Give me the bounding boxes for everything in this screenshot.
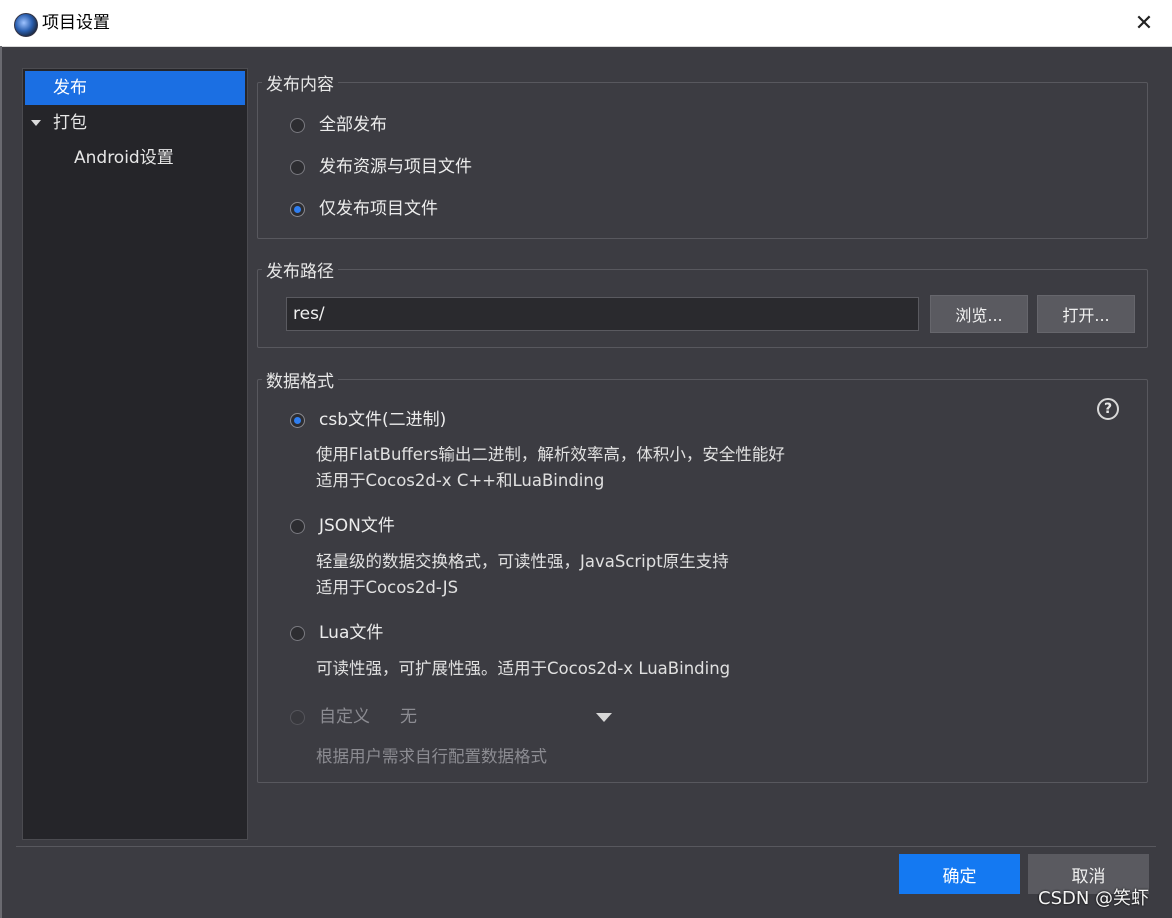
ok-button[interactable]: 确定 [899, 854, 1020, 894]
publish-content-title: 发布内容 [262, 70, 338, 95]
format-json-desc: 轻量级的数据交换格式，可读性强，JavaScript原生支持 [316, 552, 729, 571]
radio-publish-resources-and-project[interactable] [290, 160, 305, 175]
sidebar-item-package[interactable]: 打包 [25, 106, 245, 140]
sidebar-item-label: 发布 [53, 78, 87, 98]
radio-format-json[interactable] [290, 519, 305, 534]
footer-divider [16, 846, 1156, 847]
browse-button[interactable]: 浏览... [930, 295, 1028, 333]
format-lua-desc: 可读性强，可扩展性强。适用于Cocos2d-x LuaBinding [316, 659, 731, 678]
data-format-title: 数据格式 [262, 367, 338, 392]
publish-path-input[interactable]: res/ [286, 297, 919, 331]
format-csb-usage: 适用于Cocos2d-x C++和LuaBinding [316, 471, 605, 490]
radio-format-lua[interactable] [290, 626, 305, 641]
chevron-down-icon [596, 713, 612, 722]
sidebar-item-publish[interactable]: 发布 [25, 71, 245, 105]
watermark: CSDN @笑虾 [1038, 888, 1150, 909]
radio-format-csb[interactable] [290, 413, 305, 428]
format-custom-desc: 根据用户需求自行配置数据格式 [316, 747, 547, 766]
radio-format-csb-label[interactable]: csb文件(二进制) [319, 409, 446, 431]
radio-publish-resources-label[interactable]: 发布资源与项目文件 [319, 156, 472, 178]
radio-format-lua-label[interactable]: Lua文件 [319, 622, 383, 644]
title-bar: 项目设置 ✕ [0, 0, 1172, 47]
open-button[interactable]: 打开... [1037, 295, 1135, 333]
window-title: 项目设置 [42, 13, 110, 33]
window-frame [0, 46, 2, 918]
radio-format-json-label[interactable]: JSON文件 [319, 515, 395, 537]
radio-format-custom-label: 自定义 [319, 707, 370, 727]
sidebar-item-android-settings[interactable]: Android设置 [25, 141, 245, 175]
expand-arrow-icon[interactable] [31, 120, 41, 126]
publish-path-title: 发布路径 [262, 257, 338, 282]
settings-sidebar: 发布 打包 Android设置 [22, 68, 248, 840]
radio-publish-project-only[interactable] [290, 202, 305, 217]
radio-format-custom [290, 710, 305, 725]
sidebar-item-label: 打包 [53, 113, 87, 133]
format-csb-desc: 使用FlatBuffers输出二进制，解析效率高，体积小，安全性能好 [316, 445, 785, 464]
radio-publish-project-only-label[interactable]: 仅发布项目文件 [319, 198, 438, 220]
close-icon[interactable]: ✕ [1124, 4, 1164, 42]
radio-publish-all[interactable] [290, 118, 305, 133]
sidebar-item-label: Android设置 [74, 148, 174, 168]
radio-publish-all-label[interactable]: 全部发布 [319, 114, 387, 136]
custom-format-select: 无 [400, 707, 417, 727]
format-json-usage: 适用于Cocos2d-JS [316, 578, 459, 597]
app-logo-icon [14, 13, 38, 37]
help-icon[interactable]: ? [1097, 398, 1119, 420]
